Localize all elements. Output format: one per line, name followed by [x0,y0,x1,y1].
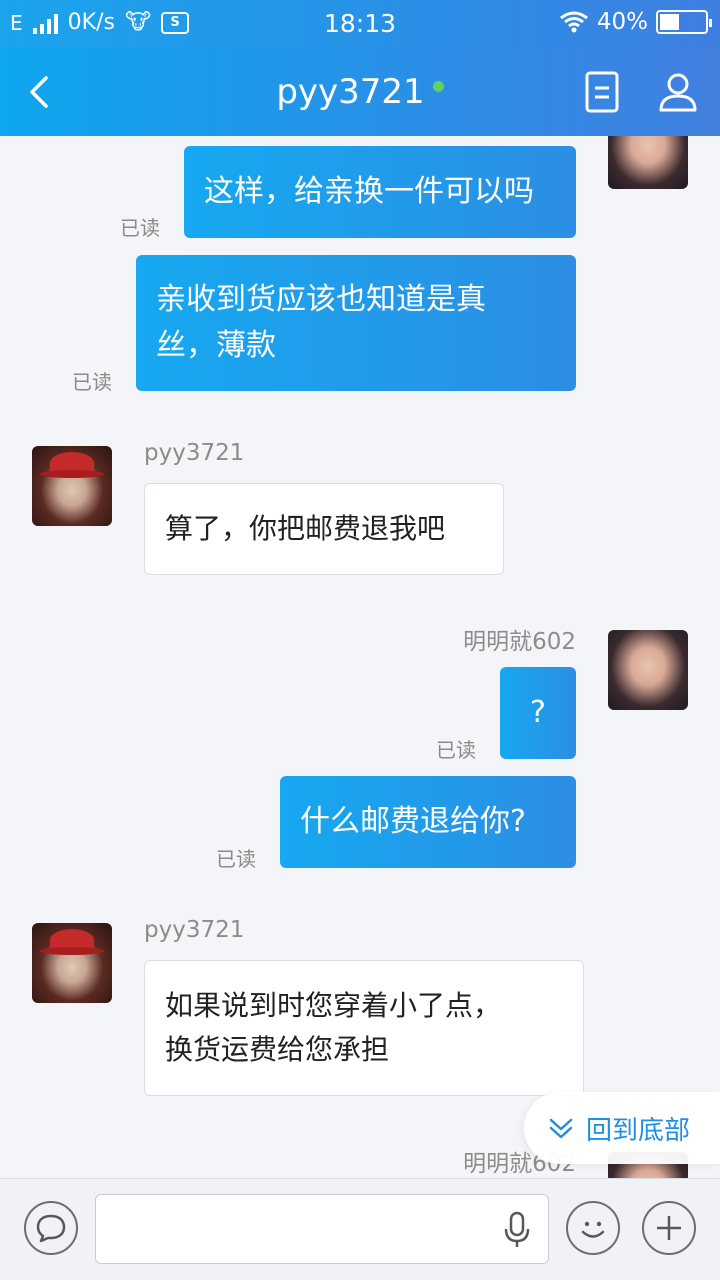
person-icon [659,73,697,112]
emoji-button[interactable] [566,1201,620,1255]
chat-area[interactable]: 这样，给亲换一件可以吗 已读 亲收到货应该也知道是真 丝，薄款 已读 pyy37… [0,136,720,1178]
message-text: 什么邮费退给你? [300,804,526,839]
sender-name: 明明就602 [463,629,576,655]
read-receipt: 已读 [216,847,256,871]
read-receipt: 已读 [436,738,476,762]
battery-percent: 40% [596,9,648,35]
chat-header: pyy3721 [0,48,720,136]
message-text: 算了，你把邮费退我吧 [165,512,446,545]
speech-bubble-icon [36,1214,66,1243]
status-right: 40% [559,9,712,35]
back-to-bottom-button[interactable]: 回到底部 [524,1092,720,1164]
message-text-line: 换货运费给您承担 [165,1033,390,1066]
my-avatar[interactable] [608,630,688,710]
chat-records-button[interactable] [580,70,624,114]
sender-name: pyy3721 [144,440,245,466]
my-avatar[interactable] [608,136,688,189]
message-text: ? [530,695,546,730]
speech-bubble-button[interactable] [24,1201,78,1255]
message-bubble-incoming[interactable]: 算了，你把邮费退我吧 [144,483,504,575]
wifi-icon [559,11,588,33]
profile-button[interactable] [656,70,700,114]
message-text-line: 丝，薄款 [156,328,276,363]
chat-title: pyy3721 [276,72,425,112]
sender-name: pyy3721 [144,917,245,943]
status-bar: E 0K/s 🐮 S 18:13 40% [0,0,720,48]
message-bubble-outgoing[interactable]: 亲收到货应该也知道是真 丝，薄款 [136,255,576,391]
battery-icon [656,10,712,34]
message-input[interactable] [95,1194,549,1264]
microphone-icon[interactable] [502,1211,532,1249]
message-text-line: 如果说到时您穿着小了点， [165,989,502,1022]
message-bubble-outgoing[interactable]: 什么邮费退给你? [280,776,576,868]
read-receipt: 已读 [120,216,160,240]
plus-button[interactable] [642,1201,696,1255]
smiley-icon [581,1221,605,1238]
document-icon [585,71,619,113]
message-bubble-incoming[interactable]: 如果说到时您穿着小了点， 换货运费给您承担 [144,960,584,1096]
read-receipt: 已读 [72,370,112,394]
message-text: 这样，给亲换一件可以吗 [204,174,534,209]
message-text-line: 亲收到货应该也知道是真 [156,282,486,317]
input-bar [0,1178,720,1280]
plus-icon [657,1216,681,1240]
back-to-bottom-label: 回到底部 [586,1115,691,1146]
double-chevron-down-icon [549,1118,573,1139]
contact-avatar[interactable] [32,923,112,1003]
message-bubble-outgoing[interactable]: 这样，给亲换一件可以吗 [184,146,576,238]
contact-avatar[interactable] [32,446,112,526]
message-bubble-outgoing[interactable]: ? [500,667,576,759]
online-indicator [432,81,444,92]
